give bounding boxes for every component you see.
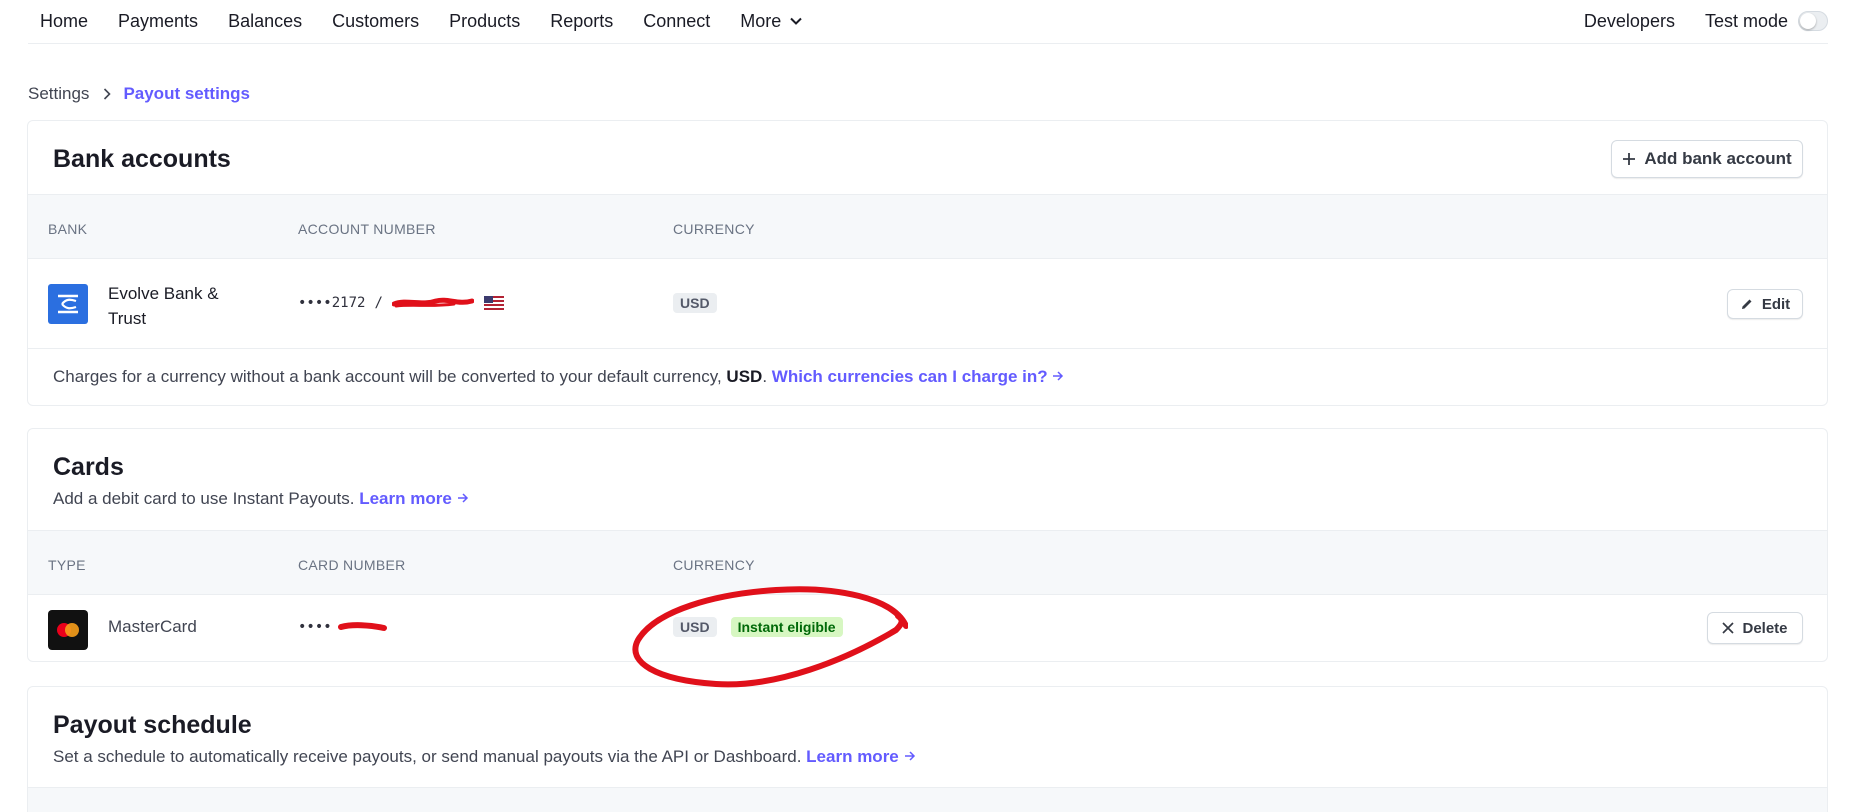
annotation-circle: [632, 586, 908, 688]
mastercard-logo-icon: [48, 610, 88, 650]
card-masked: ••••: [298, 619, 332, 635]
cards-learn-more-link[interactable]: Learn more: [359, 489, 468, 508]
add-bank-account-label: Add bank account: [1644, 149, 1792, 168]
pencil-icon: [1741, 299, 1752, 309]
col-card-currency: CURRENCY: [673, 557, 755, 573]
nav-connect[interactable]: Connect: [643, 10, 710, 32]
note-text: Charges for a currency without a bank ac…: [53, 367, 727, 386]
currency-badge: USD: [673, 293, 717, 313]
cards-learn-more-label: Learn more: [359, 489, 452, 508]
currency-note: Charges for a currency without a bank ac…: [53, 367, 1064, 387]
arrow-right-icon: [457, 493, 468, 503]
arrow-right-icon: [1053, 371, 1064, 381]
payout-schedule-subtitle: Set a schedule to automatically receive …: [53, 747, 916, 767]
redaction-scribble: [337, 622, 387, 631]
bank-logo-icon: [48, 284, 88, 324]
nav-more[interactable]: More: [740, 10, 803, 32]
col-account-number: ACCOUNT NUMBER: [298, 221, 436, 237]
payout-subtitle-text: Set a schedule to automatically receive …: [53, 747, 802, 766]
account-separator: /: [374, 295, 383, 311]
card-type: MasterCard: [108, 617, 197, 636]
nav-home[interactable]: Home: [40, 10, 88, 32]
payout-schedule-title: Payout schedule: [53, 711, 252, 739]
delete-card-button[interactable]: Delete: [1707, 612, 1803, 644]
bank-name-line2: Trust: [108, 309, 147, 328]
test-mode-label: Test mode: [1704, 11, 1788, 31]
cards-subtitle-text: Add a debit card to use Instant Payouts.: [53, 489, 355, 508]
which-currencies-label: Which currencies can I charge in?: [771, 367, 1048, 386]
nav-developers[interactable]: Developers: [1584, 10, 1675, 32]
breadcrumb: Settings Payout settings: [28, 84, 250, 104]
test-mode-toggle[interactable]: [1798, 11, 1828, 31]
add-bank-account-button[interactable]: Add bank account: [1611, 140, 1803, 178]
cards-table-header: TYPE CARD NUMBER CURRENCY: [28, 530, 1827, 595]
bank-table-header: BANK ACCOUNT NUMBER CURRENCY: [28, 194, 1827, 259]
nav-left: Home Payments Balances Customers Product…: [40, 10, 833, 32]
top-navigation: Home Payments Balances Customers Product…: [28, 0, 1828, 44]
arrow-right-icon: [904, 751, 915, 761]
account-masked: ••••2172: [298, 295, 366, 311]
col-type: TYPE: [48, 557, 86, 573]
payout-learn-more-link[interactable]: Learn more: [806, 747, 915, 766]
chevron-down-icon: [790, 17, 803, 25]
breadcrumb-settings[interactable]: Settings: [28, 84, 89, 104]
cards-title: Cards: [53, 453, 124, 481]
chevron-right-icon: [104, 88, 112, 100]
nav-balances[interactable]: Balances: [228, 10, 302, 32]
bank-accounts-title: Bank accounts: [53, 145, 231, 173]
plus-icon: [1623, 153, 1636, 165]
bank-row[interactable]: Evolve Bank & Trust ••••2172 / USD Edit: [28, 259, 1827, 349]
us-flag-icon: [483, 296, 504, 310]
bank-currency: USD: [673, 293, 717, 313]
redaction-scribble: [391, 297, 474, 308]
toggle-knob: [1800, 13, 1816, 29]
card-row[interactable]: MasterCard •••• USD Instant eligible Del…: [28, 595, 1827, 661]
col-currency: CURRENCY: [673, 221, 755, 237]
edit-bank-button[interactable]: Edit: [1727, 289, 1803, 319]
bank-name-line1: Evolve Bank &: [108, 284, 219, 303]
cards-subtitle: Add a debit card to use Instant Payouts.…: [53, 489, 469, 509]
nav-reports[interactable]: Reports: [550, 10, 613, 32]
bank-accounts-panel: Bank accounts Add bank account BANK ACCO…: [27, 120, 1828, 406]
nav-products[interactable]: Products: [449, 10, 520, 32]
card-number: ••••: [298, 619, 388, 635]
note-period: .: [762, 367, 768, 386]
delete-label: Delete: [1742, 619, 1788, 637]
bank-name: Evolve Bank & Trust: [108, 281, 219, 331]
col-bank: BANK: [48, 221, 88, 237]
account-number: ••••2172 /: [298, 295, 504, 311]
which-currencies-link[interactable]: Which currencies can I charge in?: [772, 367, 1065, 386]
close-icon: [1722, 622, 1735, 634]
nav-more-label: More: [740, 11, 782, 31]
payout-learn-more-label: Learn more: [806, 747, 899, 766]
payout-schedule-panel: Payout schedule Set a schedule to automa…: [27, 686, 1828, 812]
cards-panel: Cards Add a debit card to use Instant Pa…: [27, 428, 1828, 662]
note-currency: USD: [726, 367, 763, 386]
edit-label: Edit: [1761, 295, 1791, 313]
nav-right: Developers Test mode: [1584, 10, 1828, 32]
breadcrumb-payout-settings[interactable]: Payout settings: [123, 84, 250, 104]
nav-customers[interactable]: Customers: [332, 10, 419, 32]
payout-table-header: [28, 787, 1827, 812]
nav-payments[interactable]: Payments: [118, 10, 198, 32]
col-card-number: CARD NUMBER: [298, 557, 406, 573]
